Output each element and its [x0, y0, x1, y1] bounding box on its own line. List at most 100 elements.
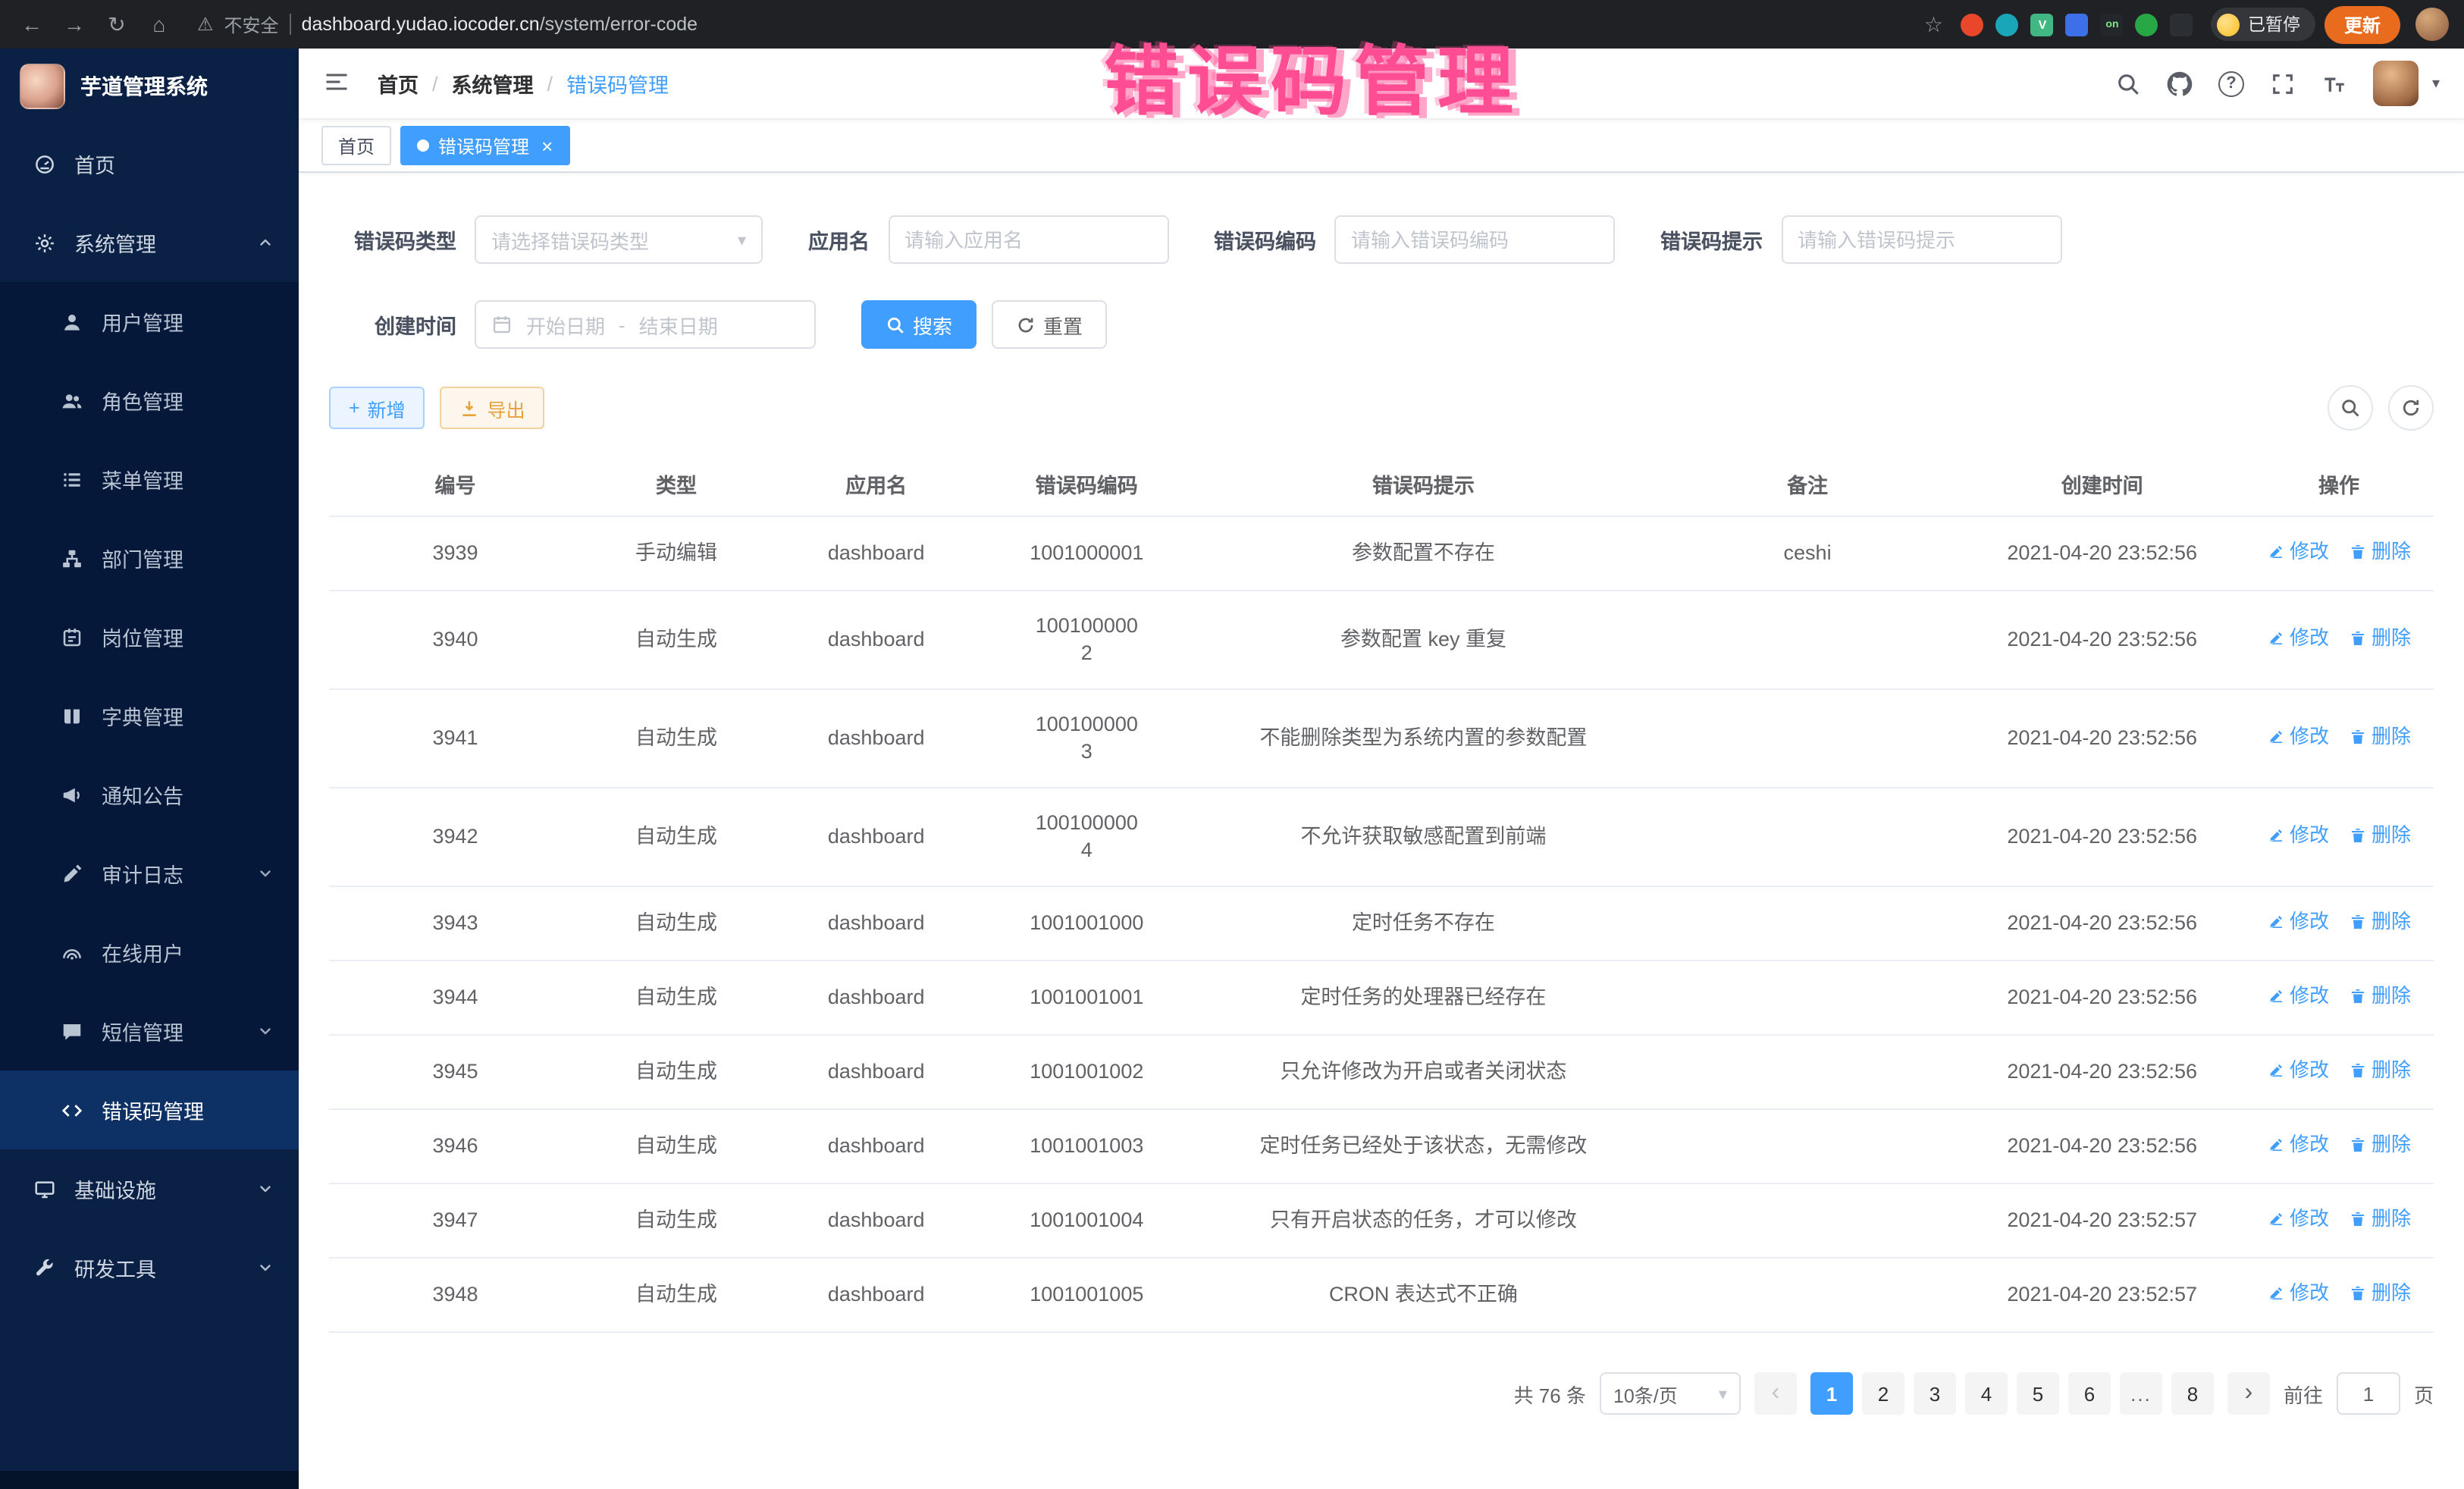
breadcrumb-item[interactable]: 首页	[378, 68, 419, 99]
close-icon[interactable]: ×	[541, 134, 553, 157]
cell-actions: 修改删除	[2244, 1183, 2434, 1258]
drop-extension-icon[interactable]	[1996, 13, 2019, 36]
edit-link[interactable]: 修改	[2267, 1131, 2329, 1158]
edit-link[interactable]: 修改	[2267, 908, 2329, 936]
browser-avatar[interactable]	[2415, 8, 2449, 41]
sidebar-item-菜单管理[interactable]: 菜单管理	[0, 440, 299, 519]
browser-update-button[interactable]: 更新	[2324, 5, 2400, 43]
record-extension-icon[interactable]	[1961, 13, 1984, 36]
page-button-8[interactable]: 8	[2171, 1372, 2214, 1415]
reset-button[interactable]: 重置	[992, 300, 1107, 349]
toggle-search-button[interactable]	[2328, 385, 2373, 431]
page-button-4[interactable]: 4	[1965, 1372, 2008, 1415]
proxy-on-extension-icon[interactable]: on	[2101, 13, 2124, 36]
sidebar-item-基础设施[interactable]: 基础设施	[0, 1149, 299, 1228]
sidebar-item-研发工具[interactable]: 研发工具	[0, 1228, 299, 1307]
edit-link[interactable]: 修改	[2267, 983, 2329, 1010]
page-button-2[interactable]: 2	[1862, 1372, 1904, 1415]
app-name-input[interactable]	[888, 215, 1168, 264]
bookmark-star-icon[interactable]: ☆	[1924, 11, 1943, 37]
github-icon[interactable]	[2167, 71, 2193, 96]
sidebar-toggle-icon[interactable]	[323, 68, 353, 99]
export-button[interactable]: 导出	[440, 387, 545, 429]
goto-page-input[interactable]	[2337, 1372, 2400, 1415]
app-logo[interactable]: 芋道管理系统	[0, 49, 299, 124]
add-button[interactable]: + 新增	[329, 387, 425, 429]
delete-link[interactable]: 删除	[2349, 983, 2411, 1010]
page-button-1[interactable]: 1	[1810, 1372, 1853, 1415]
fullscreen-icon[interactable]	[2270, 71, 2296, 96]
chevron-down-icon[interactable]: ▾	[2432, 75, 2440, 92]
delete-link[interactable]: 删除	[2349, 723, 2411, 751]
breadcrumb-item[interactable]: 系统管理	[452, 68, 534, 99]
delete-link[interactable]: 删除	[2349, 1280, 2411, 1307]
sidebar-item-在线用户[interactable]: 在线用户	[0, 913, 299, 992]
sidebar-collapse-bar[interactable]	[0, 1471, 299, 1489]
filter-row-1: 错误码类型 请选择错误码类型 ▾ 应用名 错误码编码	[329, 215, 2434, 264]
error-hint-input[interactable]	[1781, 215, 2061, 264]
reload-icon[interactable]: ↻	[100, 8, 133, 41]
font-size-icon[interactable]	[2321, 71, 2347, 96]
delete-link[interactable]: 删除	[2349, 1205, 2411, 1233]
back-icon[interactable]: ←	[15, 8, 49, 41]
page-button-3[interactable]: 3	[1914, 1372, 1956, 1415]
sidebar-item-部门管理[interactable]: 部门管理	[0, 519, 299, 597]
edit-link[interactable]: 修改	[2267, 538, 2329, 566]
cell-actions: 修改删除	[2244, 1035, 2434, 1109]
address-bar[interactable]: ⚠ 不安全 dashboard.yudao.iocoder.cn/system/…	[185, 11, 1906, 37]
edit-link[interactable]: 修改	[2267, 1205, 2329, 1233]
sidebar-item-label: 研发工具	[74, 1252, 240, 1283]
delete-link[interactable]: 删除	[2349, 1057, 2411, 1084]
refresh-table-button[interactable]	[2388, 385, 2434, 431]
delete-link[interactable]: 删除	[2349, 538, 2411, 566]
sidebar-item-通知公告[interactable]: 通知公告	[0, 755, 299, 834]
page-button-6[interactable]: 6	[2068, 1372, 2111, 1415]
cell-app: dashboard	[771, 886, 982, 961]
tab-错误码管理[interactable]: 错误码管理×	[400, 126, 569, 165]
edit-link[interactable]: 修改	[2267, 822, 2329, 849]
sidebar-item-短信管理[interactable]: 短信管理	[0, 992, 299, 1071]
goto-label: 前往	[2284, 1379, 2323, 1408]
sidebar-item-审计日志[interactable]: 审计日志	[0, 834, 299, 913]
search-button[interactable]: 搜索	[861, 300, 977, 349]
column-header: 类型	[582, 452, 771, 516]
sidebar-item-用户管理[interactable]: 用户管理	[0, 282, 299, 361]
delete-link[interactable]: 删除	[2349, 908, 2411, 936]
leaf-extension-icon[interactable]	[2136, 13, 2158, 36]
search-icon[interactable]	[2115, 71, 2141, 96]
prev-page-button[interactable]: ‹	[1754, 1372, 1797, 1415]
page-button-5[interactable]: 5	[2017, 1372, 2059, 1415]
error-type-select[interactable]: 请选择错误码类型 ▾	[475, 215, 763, 264]
breadcrumb-item: 错误码管理	[566, 68, 669, 99]
chevron-down-icon	[256, 1180, 274, 1198]
home-icon[interactable]: ⌂	[143, 8, 176, 41]
sidebar-item-错误码管理[interactable]: 错误码管理	[0, 1071, 299, 1149]
sidebar-item-首页[interactable]: 首页	[0, 124, 299, 203]
edit-link[interactable]: 修改	[2267, 625, 2329, 652]
apps-grid-extension-icon[interactable]	[2066, 13, 2089, 36]
delete-link[interactable]: 删除	[2349, 625, 2411, 652]
edit-link[interactable]: 修改	[2267, 723, 2329, 751]
sidebar-item-角色管理[interactable]: 角色管理	[0, 361, 299, 440]
user-avatar[interactable]	[2373, 61, 2419, 106]
annotation-overlay-title: 错误码管理	[1104, 21, 1521, 130]
create-time-range[interactable]: 开始日期 - 结束日期	[475, 300, 816, 349]
edit-link[interactable]: 修改	[2267, 1280, 2329, 1307]
error-code-input[interactable]	[1334, 215, 1615, 264]
page-size-select[interactable]: 10条/页 ▾	[1600, 1372, 1741, 1415]
sidebar-item-系统管理[interactable]: 系统管理	[0, 203, 299, 282]
pin-extension-icon[interactable]	[2171, 13, 2193, 36]
forward-icon[interactable]: →	[58, 8, 91, 41]
sidebar-item-岗位管理[interactable]: 岗位管理	[0, 597, 299, 676]
vue-devtools-icon[interactable]: V	[2031, 13, 2054, 36]
sidebar-item-字典管理[interactable]: 字典管理	[0, 676, 299, 755]
page-ellipsis[interactable]: ...	[2120, 1372, 2162, 1415]
paused-profile-chip[interactable]: 已暂停	[2212, 8, 2315, 41]
cell-code: 1001001002	[982, 1035, 1193, 1109]
next-page-button[interactable]: ›	[2227, 1372, 2270, 1415]
tab-首页[interactable]: 首页	[321, 126, 391, 165]
delete-link[interactable]: 删除	[2349, 1131, 2411, 1158]
help-icon[interactable]: ?	[2218, 71, 2244, 96]
delete-link[interactable]: 删除	[2349, 822, 2411, 849]
edit-link[interactable]: 修改	[2267, 1057, 2329, 1084]
